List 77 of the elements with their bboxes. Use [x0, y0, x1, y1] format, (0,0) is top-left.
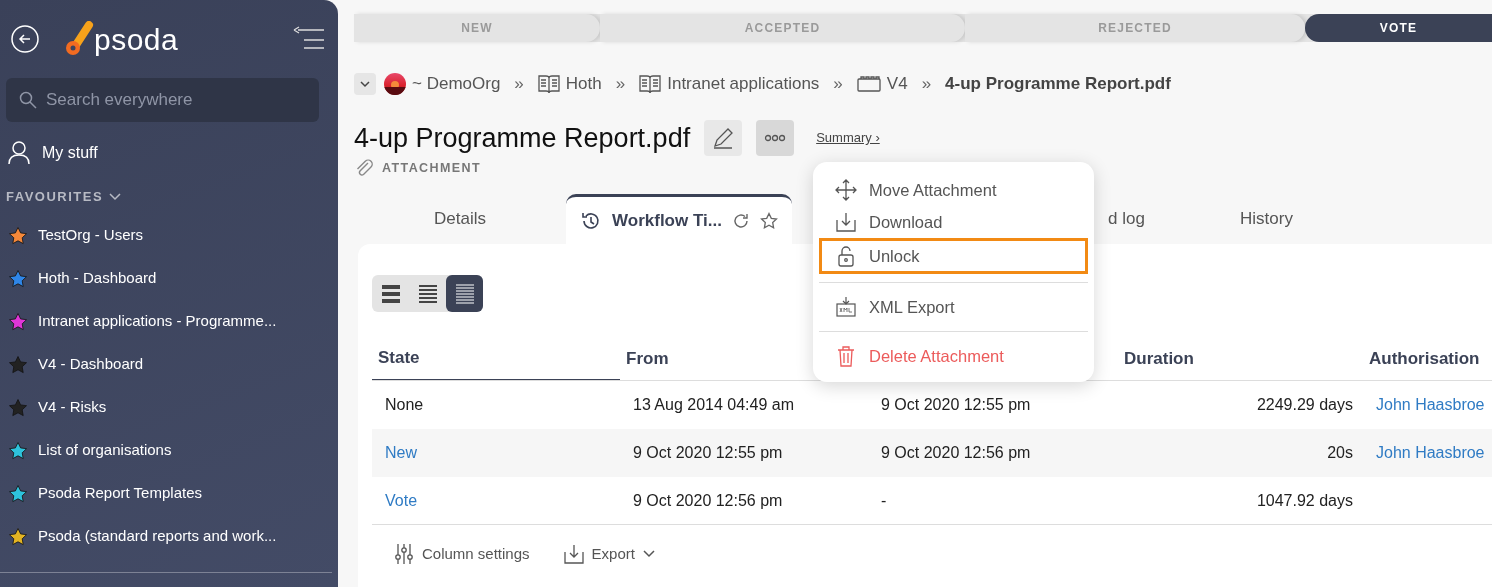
section-header: FAVOURITES: [6, 188, 104, 207]
favourite-link[interactable]: V4 - Dashboard: [38, 353, 144, 376]
tab[interactable]: Details: [354, 194, 566, 244]
user-icon: [8, 141, 30, 165]
favourite-link[interactable]: List of organisations: [38, 439, 172, 462]
menu-item[interactable]: Download: [819, 206, 1088, 238]
state-link[interactable]: New: [385, 440, 417, 465]
more-icon: [764, 134, 787, 142]
export-button[interactable]: Export: [563, 542, 655, 565]
table-cell: 20s: [1110, 428, 1363, 477]
breadcrumb-separator: »: [921, 73, 932, 96]
logo-text: psoda: [94, 21, 179, 58]
tab[interactable]: d log: [1108, 194, 1150, 244]
more-button[interactable]: [756, 120, 795, 156]
tab-label: Workflow Ti...: [612, 209, 722, 232]
refresh-icon[interactable]: [731, 211, 750, 230]
view-mode-button[interactable]: [446, 275, 483, 312]
column-header[interactable]: Duration: [1110, 337, 1363, 381]
table-cell: 9 Oct 2020 12:55 pm: [620, 428, 868, 477]
breadcrumb-separator: »: [833, 73, 843, 96]
table-cell-text: None: [384, 394, 425, 415]
table-cell: 9 Oct 2020 12:56 pm: [868, 428, 1110, 477]
menu-item[interactable]: XML Export: [819, 291, 1088, 323]
back-icon[interactable]: [10, 24, 40, 54]
column-settings-button[interactable]: Column settings: [394, 542, 530, 565]
caret-icon: [642, 549, 655, 558]
sidebar-item[interactable]: My stuff: [42, 141, 98, 165]
favourite-link[interactable]: TestOrg - Users: [38, 224, 143, 247]
sliders-icon: [394, 542, 414, 565]
download-icon: [835, 211, 857, 233]
menu-item[interactable]: Unlock: [819, 238, 1088, 274]
table-cell-text: 9 Oct 2020 12:56 pm: [632, 490, 784, 511]
menu-icon[interactable]: [292, 26, 324, 52]
column-header[interactable]: State: [372, 337, 620, 381]
dropdown-toggle[interactable]: [354, 73, 376, 95]
favourite-link[interactable]: Psoda Report Templates: [38, 482, 202, 505]
book-icon: [537, 74, 560, 94]
search-field[interactable]: Search everywhere: [6, 78, 319, 122]
logo-icon: [64, 21, 94, 57]
menu-item[interactable]: Move Attachment: [819, 174, 1088, 206]
trash-icon: [835, 345, 857, 367]
page-title: 4-up Programme Report.pdf: [354, 121, 691, 155]
table-cell-text: 13 Aug 2014 04:49 am: [632, 394, 796, 415]
chevron-icon[interactable]: [109, 193, 122, 201]
chevron-icon: [360, 80, 370, 88]
breadcrumb-link[interactable]: ~ DemoOrg: [412, 71, 501, 97]
favourite-link[interactable]: V4 - Risks: [38, 396, 107, 419]
tab[interactable]: History: [1240, 194, 1293, 244]
tab[interactable]: Workflow Ti...: [566, 194, 792, 244]
breadcrumb-link[interactable]: V4: [886, 71, 908, 97]
favourite-link[interactable]: Psoda (standard reports and work...: [38, 525, 277, 548]
breadcrumb-link[interactable]: Intranet applications: [667, 71, 820, 97]
download-icon: [563, 543, 584, 564]
breadcrumb-link[interactable]: Hoth: [565, 71, 602, 97]
breadcrumb-separator: »: [514, 73, 524, 96]
column-header[interactable]: Authorisation: [1363, 337, 1492, 381]
download-icon: [835, 296, 857, 318]
star-outline-icon[interactable]: [759, 211, 778, 230]
summary-link[interactable]: Summary ›: [816, 128, 880, 148]
state-link[interactable]: Vote: [385, 488, 418, 513]
stage-step[interactable]: VOTE: [1305, 14, 1492, 42]
edit-button[interactable]: [704, 120, 743, 156]
user-link[interactable]: John Haasbroe: [1376, 392, 1485, 417]
move-icon: [835, 179, 857, 201]
unlock-icon: [835, 245, 857, 267]
breadcrumb-separator: »: [615, 73, 626, 96]
board-icon: [856, 76, 881, 92]
table-cell-text: -: [880, 490, 888, 511]
paperclip-icon: [354, 158, 374, 178]
favourite-link[interactable]: Hoth - Dashboard: [38, 267, 157, 290]
type-label: ATTACHMENT: [382, 159, 481, 177]
table-cell-text: 9 Oct 2020 12:55 pm: [880, 394, 1032, 415]
book-icon: [639, 74, 662, 94]
table-cell-text: 2249.29 days: [1255, 394, 1354, 415]
table-cell-text: 1047.92 days: [1255, 490, 1354, 511]
breadcrumb-current: 4-up Programme Report.pdf: [945, 73, 1171, 96]
favourite-link[interactable]: Intranet applications - Programme...: [38, 310, 277, 333]
